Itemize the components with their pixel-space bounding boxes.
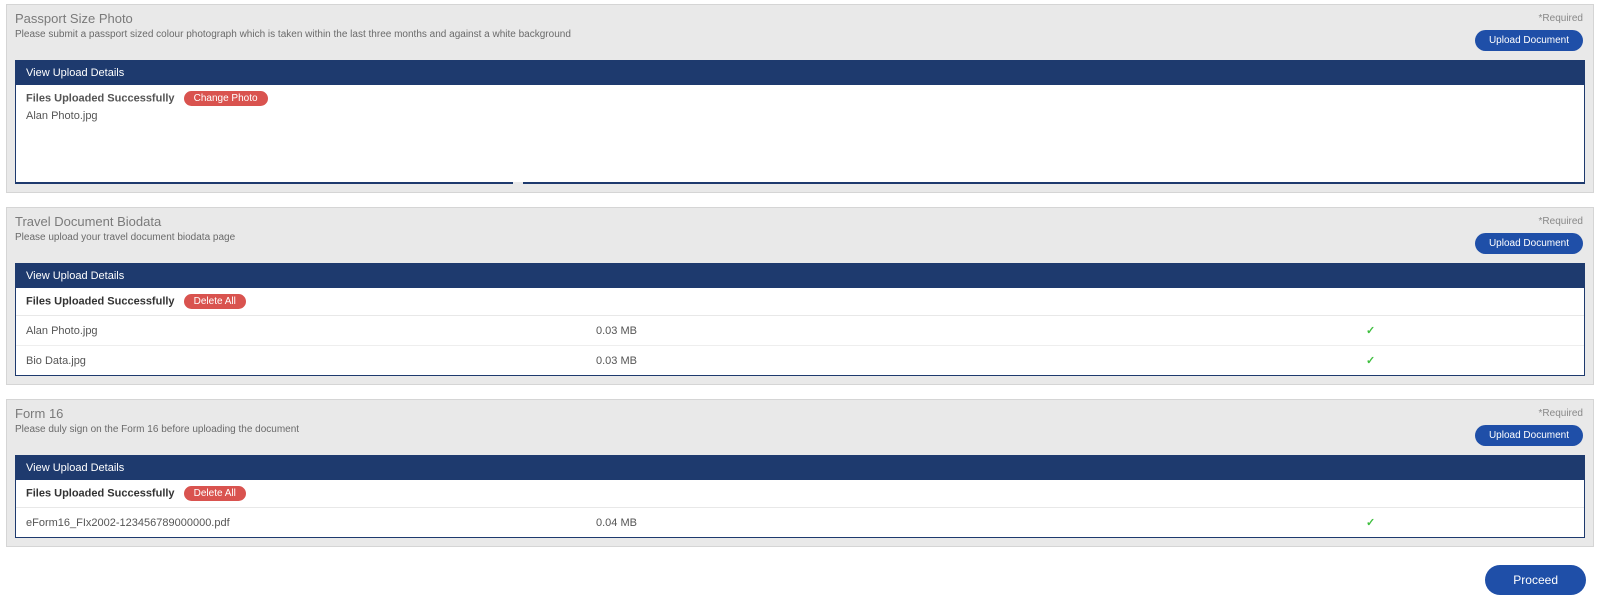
file-name: eForm16_FIx2002-123456789000000.pdf: [26, 517, 596, 529]
panel-body: Files Uploaded Successfully Delete All A…: [16, 288, 1584, 375]
panel-header[interactable]: View Upload Details: [16, 61, 1584, 85]
panel-body: Files Uploaded Successfully Delete All e…: [16, 480, 1584, 537]
file-status: [1366, 324, 1574, 337]
file-name: Bio Data.jpg: [26, 355, 596, 367]
success-row: Files Uploaded Successfully Delete All: [16, 288, 1584, 316]
success-label: Files Uploaded Successfully: [26, 488, 175, 500]
panel-header[interactable]: View Upload Details: [16, 264, 1584, 288]
upload-panel: View Upload Details Files Uploaded Succe…: [15, 60, 1585, 182]
file-size: 0.03 MB: [596, 355, 1366, 367]
required-label: *Required: [1475, 13, 1583, 24]
success-label: Files Uploaded Successfully: [26, 92, 175, 104]
upload-document-button[interactable]: Upload Document: [1475, 233, 1583, 254]
section-title: Travel Document Biodata: [15, 214, 1585, 229]
upload-panel: View Upload Details Files Uploaded Succe…: [15, 455, 1585, 538]
file-size: 0.03 MB: [596, 325, 1366, 337]
file-status: [1366, 516, 1574, 529]
upload-panel: View Upload Details Files Uploaded Succe…: [15, 263, 1585, 376]
page-root: Passport Size Photo Please submit a pass…: [0, 0, 1600, 607]
section-title: Passport Size Photo: [15, 11, 1585, 26]
section-desc: Please upload your travel document bioda…: [15, 232, 1585, 243]
delete-all-button[interactable]: Delete All: [184, 294, 246, 309]
section-passport-photo: Passport Size Photo Please submit a pass…: [6, 4, 1594, 193]
required-label: *Required: [1475, 216, 1583, 227]
panel-header[interactable]: View Upload Details: [16, 456, 1584, 480]
delete-all-button[interactable]: Delete All: [184, 486, 246, 501]
file-row: Bio Data.jpg 0.03 MB: [16, 346, 1584, 375]
section-desc: Please submit a passport sized colour ph…: [15, 29, 1585, 40]
section-title: Form 16: [15, 406, 1585, 421]
upload-document-button[interactable]: Upload Document: [1475, 425, 1583, 446]
panel-bottom-border: [15, 182, 1585, 184]
check-icon: [1366, 355, 1375, 367]
file-size: 0.04 MB: [596, 517, 1366, 529]
success-label: Files Uploaded Successfully: [26, 296, 175, 308]
success-row: Files Uploaded Successfully Change Photo: [26, 91, 1574, 106]
section-controls: *Required Upload Document: [1475, 216, 1583, 254]
section-controls: *Required Upload Document: [1475, 13, 1583, 51]
section-controls: *Required Upload Document: [1475, 408, 1583, 446]
upload-document-button[interactable]: Upload Document: [1475, 30, 1583, 51]
file-name: Alan Photo.jpg: [26, 110, 1574, 122]
section-form16: Form 16 Please duly sign on the Form 16 …: [6, 399, 1594, 547]
panel-body: Files Uploaded Successfully Change Photo…: [16, 85, 1584, 182]
file-row: eForm16_FIx2002-123456789000000.pdf 0.04…: [16, 508, 1584, 537]
proceed-button[interactable]: Proceed: [1485, 565, 1586, 595]
section-desc: Please duly sign on the Form 16 before u…: [15, 424, 1585, 435]
check-icon: [1366, 325, 1375, 337]
success-row: Files Uploaded Successfully Delete All: [16, 480, 1584, 508]
file-name: Alan Photo.jpg: [26, 325, 596, 337]
change-photo-button[interactable]: Change Photo: [184, 91, 268, 106]
required-label: *Required: [1475, 408, 1583, 419]
file-status: [1366, 354, 1574, 367]
footer: Proceed: [6, 561, 1594, 603]
section-travel-biodata: Travel Document Biodata Please upload yo…: [6, 207, 1594, 385]
file-row: Alan Photo.jpg 0.03 MB: [16, 316, 1584, 346]
check-icon: [1366, 517, 1375, 529]
